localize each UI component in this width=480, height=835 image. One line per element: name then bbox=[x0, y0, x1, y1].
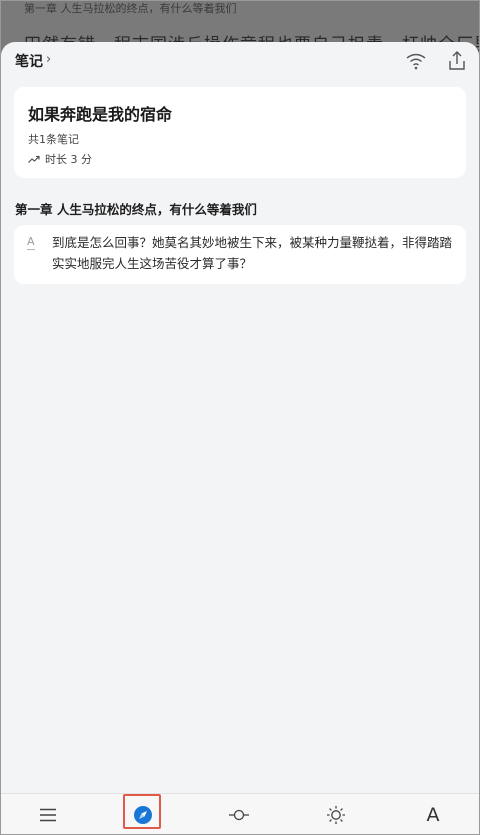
highlight-mark-icon: A bbox=[27, 235, 35, 248]
sheet-title[interactable]: 笔记 bbox=[15, 51, 43, 71]
share-icon[interactable] bbox=[445, 49, 469, 73]
menu-icon bbox=[40, 808, 56, 821]
reading-duration: 时长 3 分 bbox=[28, 151, 92, 167]
highlight-mark-underline bbox=[27, 249, 35, 250]
duration-text: 时长 3 分 bbox=[45, 153, 92, 166]
brightness-button[interactable] bbox=[316, 794, 356, 835]
bottom-toolbar: A bbox=[1, 793, 479, 834]
book-info-card[interactable]: 如果奔跑是我的宿命 共1条笔记 时长 3 分 bbox=[14, 87, 466, 178]
listen-icon[interactable] bbox=[404, 49, 428, 73]
brightness-icon bbox=[327, 805, 345, 824]
note-item[interactable]: A 到底是怎么回事？她莫名其妙地被生下来，被某种力量鞭挞着，非得踏踏实实地服完人… bbox=[14, 225, 466, 284]
font-button[interactable]: A bbox=[413, 794, 453, 835]
chapter-title: 第一章 人生马拉松的终点，有什么等着我们 bbox=[15, 202, 257, 217]
note-text: 到底是怎么回事？她莫名其妙地被生下来，被某种力量鞭挞着，非得踏踏实实地服完人生这… bbox=[52, 235, 453, 271]
background-chapter-line: 第一章 人生马拉松的终点，有什么等着我们 bbox=[24, 2, 237, 15]
progress-button[interactable] bbox=[219, 794, 259, 835]
book-title: 如果奔跑是我的宿命 bbox=[28, 105, 173, 124]
selection-highlight-box bbox=[123, 794, 161, 829]
notes-sheet: 笔记 › 如果奔跑是我的宿命 共1条笔记 时长 3 分 第一章 人生马拉松的终点… bbox=[1, 42, 479, 793]
chevron-right-icon[interactable]: › bbox=[46, 52, 51, 67]
trend-icon bbox=[28, 155, 40, 163]
sheet-header: 笔记 › bbox=[1, 42, 479, 82]
progress-icon bbox=[229, 809, 249, 820]
menu-button[interactable] bbox=[28, 794, 68, 835]
note-count: 共1条笔记 bbox=[28, 133, 79, 146]
